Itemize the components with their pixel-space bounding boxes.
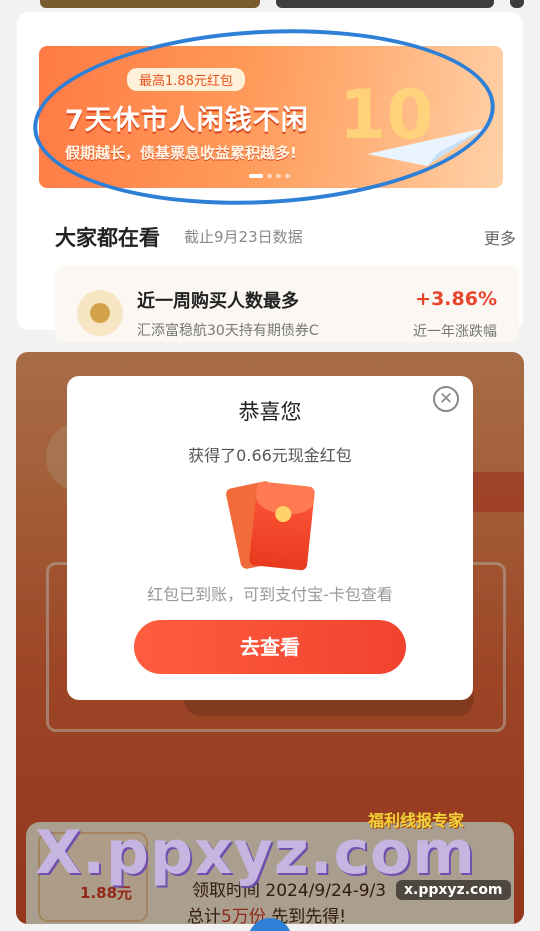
fund-list-item[interactable]: 近一周购买人数最多 汇添富稳航30天持有期债券C +3.86% 近一年涨跌幅 [55, 266, 519, 342]
pagination-dot[interactable] [276, 174, 281, 178]
fund-rate-label: 近一年涨跌幅 [413, 324, 497, 340]
reward-modal: ✕ 恭喜您 获得了0.66元现金红包 红包已到账，可到支付宝-卡包查看 去查看 [67, 376, 473, 700]
more-link[interactable]: 更多 [484, 225, 516, 249]
top-thumbnail-edge[interactable] [510, 0, 524, 8]
top-thumbnail-right[interactable] [276, 0, 494, 8]
section-title: 大家都在看 [55, 226, 160, 250]
watermark-domain: x.ppxyz.com [396, 880, 511, 900]
modal-amount-text: 获得了0.66元现金红包 [188, 446, 352, 465]
content-card: 最高1.88元红包 7天休市人闲钱不闲 假期越长，债基票息收益累积越多! 10 … [17, 12, 523, 342]
pagination-dot[interactable] [267, 174, 272, 178]
banner-badge: 最高1.88元红包 [127, 68, 245, 91]
banner-pagination [249, 174, 290, 178]
promo-banner[interactable]: 最高1.88元红包 7天休市人闲钱不闲 假期越长，债基票息收益累积越多! 10 [39, 46, 503, 188]
section-subtitle: 截止9月23日数据 [184, 228, 303, 246]
fund-rate: +3.86% [415, 288, 497, 310]
fund-name: 汇添富稳航30天持有期债券C [137, 323, 319, 339]
modal-note: 红包已到账，可到支付宝-卡包查看 [147, 585, 393, 604]
watermark: X.ppxyz.com [35, 818, 476, 888]
trophy-icon [77, 290, 123, 336]
banner-subline: 假期越长，债基票息收益累积越多! [65, 144, 297, 162]
paper-plane-icon [367, 128, 485, 166]
view-button[interactable]: 去查看 [134, 620, 406, 674]
modal-title: 恭喜您 [238, 400, 302, 424]
red-envelope-icon [224, 476, 316, 574]
top-thumbnail-left[interactable] [40, 0, 260, 8]
banner-headline: 7天休市人闲钱不闲 [65, 105, 309, 136]
pagination-dot[interactable] [285, 174, 290, 178]
fund-title: 近一周购买人数最多 [137, 291, 299, 312]
pagination-dot-active[interactable] [249, 174, 263, 178]
